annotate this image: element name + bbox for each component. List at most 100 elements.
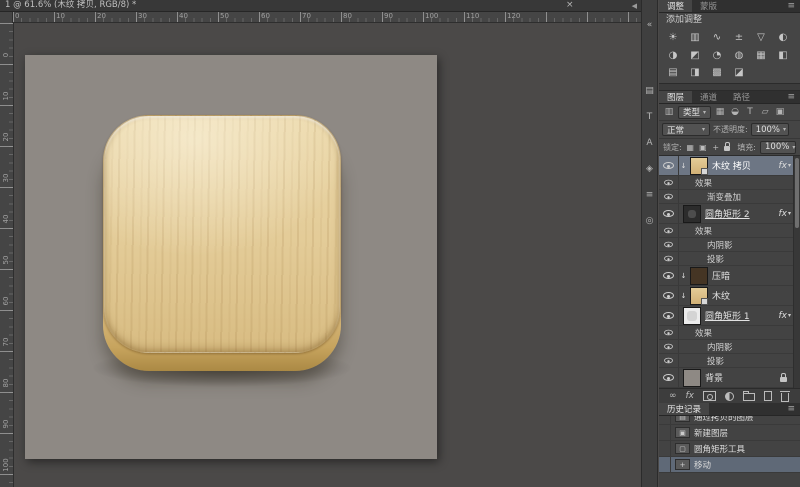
layer-row[interactable]: 背景 [659, 368, 793, 388]
hue-saturation-icon[interactable]: ◐ [772, 29, 794, 46]
blend-mode-dropdown[interactable]: 正常 ▾ [662, 123, 710, 136]
paragraph-panel-icon[interactable]: A [642, 138, 657, 148]
fx-badge[interactable]: fx [778, 311, 787, 321]
layer-thumbnail[interactable] [690, 157, 708, 175]
history-panel-icon[interactable]: ▤ [642, 86, 657, 96]
tab-channels[interactable]: 通道 [692, 91, 725, 103]
properties-panel-icon[interactable]: ≡ [642, 190, 657, 200]
effects-header-row[interactable]: 效果 [659, 326, 793, 340]
visibility-toggle[interactable] [659, 286, 679, 305]
opacity-dropdown[interactable]: 100% ▾ [751, 123, 789, 136]
photo-filter-icon[interactable]: ◔ [706, 47, 728, 64]
gradient-map-icon[interactable]: ▩ [706, 64, 728, 81]
scrollbar-thumb[interactable] [795, 158, 799, 228]
document-titlebar[interactable]: 1 @ 61.6% (木纹 拷贝, RGB/8) * × ◀ [0, 0, 641, 12]
layers-scrollbar[interactable] [793, 156, 800, 388]
visibility-toggle[interactable] [659, 238, 679, 251]
visibility-toggle[interactable] [659, 354, 679, 367]
color-balance-icon[interactable]: ◑ [662, 47, 684, 64]
add-layer-style-icon[interactable]: fx [686, 391, 695, 401]
link-layers-icon[interactable]: ∞ [669, 391, 677, 401]
info-panel-icon[interactable]: ◎ [642, 216, 657, 226]
layer-name[interactable]: 圆角矩形 2 [705, 207, 777, 220]
scroll-left-icon[interactable]: ◀ [632, 1, 637, 12]
visibility-toggle[interactable] [659, 156, 679, 175]
canvas-workspace[interactable] [14, 23, 641, 487]
horizontal-ruler[interactable]: 0 10 20 30 40 50 60 70 80 90 100 110 120 [0, 12, 641, 23]
history-row[interactable]: + 移动 [659, 457, 800, 473]
history-source-column[interactable] [659, 425, 671, 440]
layer-name[interactable]: 木纹 拷贝 [712, 159, 777, 172]
lock-position-icon[interactable]: + [711, 143, 720, 152]
add-layer-mask-icon[interactable] [703, 391, 716, 401]
lock-pixels-icon[interactable]: ▣ [699, 143, 708, 152]
document-canvas[interactable] [25, 55, 437, 459]
threshold-icon[interactable]: ◨ [684, 64, 706, 81]
lock-all-icon[interactable] [724, 146, 730, 151]
fx-badge[interactable]: fx [778, 161, 787, 171]
visibility-toggle[interactable] [659, 190, 679, 203]
delete-layer-icon[interactable] [781, 393, 789, 402]
visibility-toggle[interactable] [659, 252, 679, 265]
panel-menu-icon[interactable]: ≡ [782, 91, 800, 103]
layer-row[interactable]: ↓ 木纹 [659, 286, 793, 306]
filter-type-dropdown[interactable]: 类型 ▾ [678, 106, 711, 119]
history-row[interactable]: ▤ 通过拷贝的图层 [659, 416, 800, 425]
visibility-toggle[interactable] [659, 224, 679, 237]
layer-name[interactable]: 木纹 [712, 289, 793, 302]
color-lookup-icon[interactable]: ▦ [750, 47, 772, 64]
layer-row[interactable]: 圆角矩形 2 fx ▾ [659, 204, 793, 224]
effect-row[interactable]: 内阴影 [659, 238, 793, 252]
fx-collapse-icon[interactable]: ▾ [788, 162, 791, 169]
layer-thumbnail[interactable] [690, 287, 708, 305]
layer-thumbnail[interactable] [690, 267, 708, 285]
vertical-ruler[interactable]: 0 10 20 30 40 50 60 70 80 90 100 [0, 23, 14, 487]
3d-panel-icon[interactable]: ◈ [642, 164, 657, 174]
close-icon[interactable]: × [566, 0, 574, 11]
layer-row[interactable]: ↓ 压暗 [659, 266, 793, 286]
visibility-toggle[interactable] [659, 326, 679, 339]
invert-icon[interactable]: ◧ [772, 47, 794, 64]
effect-row[interactable]: 投影 [659, 252, 793, 266]
effect-row[interactable]: 渐变叠加 [659, 190, 793, 204]
filter-adjustment-layers-icon[interactable]: ◒ [729, 107, 741, 117]
filter-pixel-layers-icon[interactable]: ▦ [714, 107, 726, 117]
character-panel-icon[interactable]: T [642, 112, 657, 122]
history-source-column[interactable] [659, 416, 671, 424]
filter-picker-icon[interactable]: ▥ [663, 107, 675, 117]
history-row[interactable]: ▢ 圆角矩形工具 [659, 441, 800, 457]
new-adjustment-layer-icon[interactable] [725, 392, 734, 401]
effects-header-row[interactable]: 效果 [659, 176, 793, 190]
lock-transparency-icon[interactable]: ▦ [686, 143, 695, 152]
new-group-icon[interactable] [743, 393, 755, 401]
tab-history[interactable]: 历史记录 [659, 403, 709, 415]
layer-thumbnail[interactable] [683, 369, 701, 387]
visibility-toggle[interactable] [659, 266, 679, 285]
visibility-toggle[interactable] [659, 176, 679, 189]
filter-smart-object-icon[interactable]: ▣ [774, 107, 786, 117]
black-white-icon[interactable]: ◩ [684, 47, 706, 64]
layer-name[interactable]: 压暗 [712, 269, 793, 282]
effect-row[interactable]: 内阴影 [659, 340, 793, 354]
panel-menu-icon[interactable]: ≡ [782, 0, 800, 12]
new-layer-icon[interactable] [764, 391, 772, 401]
filter-type-layers-icon[interactable]: T [744, 107, 756, 117]
collapse-panels-icon[interactable]: « [642, 20, 657, 30]
channel-mixer-icon[interactable]: ◍ [728, 47, 750, 64]
fx-badge[interactable]: fx [778, 209, 787, 219]
visibility-toggle[interactable] [659, 306, 679, 325]
tab-paths[interactable]: 路径 [725, 91, 758, 103]
visibility-toggle[interactable] [659, 368, 679, 387]
effects-header-row[interactable]: 效果 [659, 224, 793, 238]
layer-name[interactable]: 圆角矩形 1 [705, 309, 777, 322]
visibility-toggle[interactable] [659, 204, 679, 223]
history-source-column[interactable] [659, 457, 671, 472]
tab-layers[interactable]: 图层 [659, 91, 692, 103]
posterize-icon[interactable]: ▤ [662, 64, 684, 81]
panel-menu-icon[interactable]: ≡ [782, 403, 800, 415]
curves-icon[interactable]: ∿ [706, 29, 728, 46]
fx-collapse-icon[interactable]: ▾ [788, 210, 791, 217]
layer-row[interactable]: 圆角矩形 1 fx ▾ [659, 306, 793, 326]
effect-row[interactable]: 投影 [659, 354, 793, 368]
layer-name[interactable]: 背景 [705, 371, 780, 384]
